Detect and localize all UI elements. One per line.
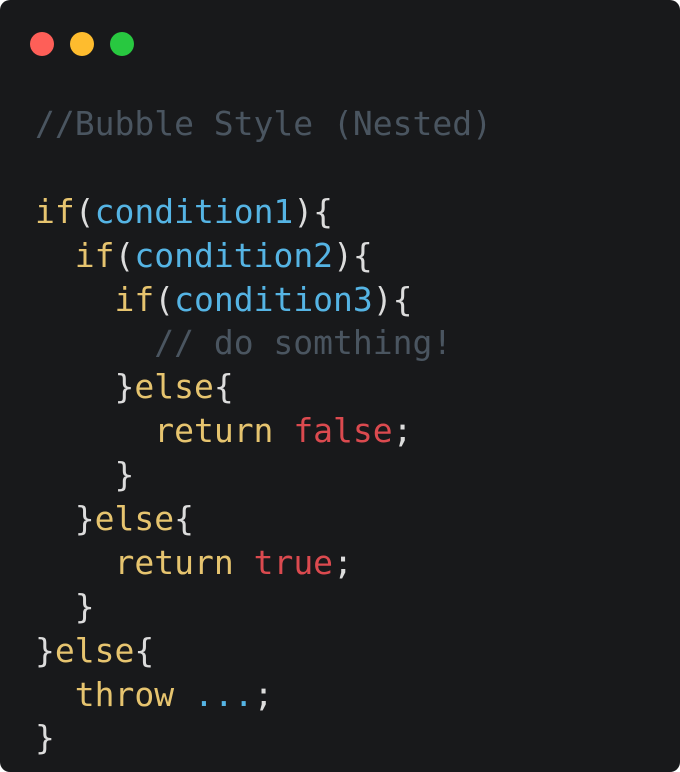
code-token-keyword: else xyxy=(134,367,214,407)
code-token-punct: ; xyxy=(253,674,274,714)
code-token-punct: } xyxy=(74,499,95,539)
code-token-punct xyxy=(35,367,114,406)
code-token-punct xyxy=(35,499,75,538)
code-token-punct: ){ xyxy=(333,235,373,275)
code-line: // do somthing! xyxy=(35,321,492,365)
code-token-keyword: else xyxy=(54,630,135,670)
code-line: } xyxy=(35,716,492,760)
code-line: return false; xyxy=(35,409,492,453)
code-token-punct xyxy=(35,323,154,362)
code-token-punct xyxy=(35,236,75,275)
zoom-dot[interactable] xyxy=(110,32,134,56)
code-token-punct xyxy=(35,543,114,582)
code-token-punct: ( xyxy=(154,279,175,319)
code-token-keyword: else xyxy=(94,499,175,539)
close-dot[interactable] xyxy=(30,32,54,56)
code-token-punct xyxy=(273,411,293,450)
code-token-comment: // do somthing! xyxy=(154,323,453,363)
code-token-punct: { xyxy=(174,499,194,539)
code-token-identifier: condition3 xyxy=(174,279,373,319)
code-line: if(condition3){ xyxy=(35,278,492,322)
code-token-punct xyxy=(35,455,114,494)
code-token-punct xyxy=(174,675,194,714)
code-block: //Bubble Style (Nested) if(condition1){ i… xyxy=(35,102,492,760)
code-line: }else{ xyxy=(35,629,492,673)
code-token-keyword: if xyxy=(114,279,155,319)
code-line: } xyxy=(35,453,492,497)
code-token-literal: true xyxy=(253,542,334,582)
code-token-keyword: if xyxy=(74,235,115,275)
minimize-dot[interactable] xyxy=(70,32,94,56)
code-token-punct: ( xyxy=(74,191,95,231)
code-line: return true; xyxy=(35,541,492,585)
code-token-punct: ){ xyxy=(372,279,413,319)
code-token-punct xyxy=(35,587,75,626)
code-token-punct: ; xyxy=(392,411,413,451)
code-token-comment: //Bubble Style (Nested) xyxy=(35,104,492,143)
code-line: throw ...; xyxy=(35,673,492,717)
code-line: //Bubble Style (Nested) xyxy=(35,102,492,146)
code-token-punct: } xyxy=(35,718,55,758)
code-token-keyword: return xyxy=(114,542,234,582)
code-window: //Bubble Style (Nested) if(condition1){ i… xyxy=(0,0,680,772)
code-line: }else{ xyxy=(35,365,492,409)
code-token-punct xyxy=(234,543,254,582)
code-token-identifier: condition2 xyxy=(134,235,334,275)
code-token-keyword: throw xyxy=(74,674,175,714)
code-token-punct xyxy=(35,280,114,319)
code-line: if(condition1){ xyxy=(35,190,492,234)
code-token-punct xyxy=(35,675,75,714)
code-token-punct: { xyxy=(134,630,155,670)
code-token-identifier: ... xyxy=(193,674,254,714)
code-token-keyword: return xyxy=(154,411,274,451)
code-token-punct: ){ xyxy=(293,191,334,231)
code-token-punct: ; xyxy=(333,542,353,582)
code-token-punct: { xyxy=(213,367,234,407)
code-line: } xyxy=(35,585,492,629)
code-token-keyword: if xyxy=(35,191,75,231)
code-token-punct xyxy=(35,411,154,450)
code-token-identifier: condition1 xyxy=(94,191,294,231)
code-token-literal: false xyxy=(293,411,393,451)
code-token-punct: } xyxy=(114,367,135,407)
code-token-punct: } xyxy=(35,630,55,670)
code-token-punct: } xyxy=(74,586,95,626)
code-line: if(condition2){ xyxy=(35,234,492,278)
code-token-punct: ( xyxy=(114,235,135,275)
code-token-punct: } xyxy=(114,455,135,495)
code-line: }else{ xyxy=(35,497,492,541)
